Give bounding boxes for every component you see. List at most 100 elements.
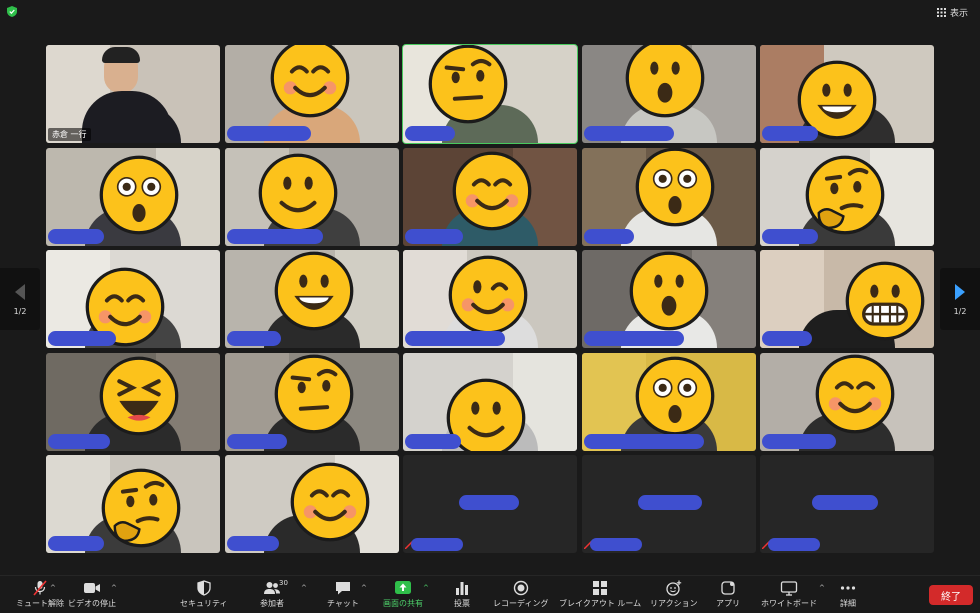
participant-tile[interactable] <box>224 455 399 553</box>
video-gallery-grid: 赤倉 一行 <box>46 44 934 553</box>
redacted-name <box>48 331 116 346</box>
record-label: レコーディング <box>493 599 549 608</box>
record-icon <box>513 580 528 596</box>
participant-tile[interactable] <box>46 352 220 451</box>
video-options-caret[interactable]: ^ <box>111 584 117 592</box>
reactions-button[interactable]: リアクション <box>650 579 698 609</box>
participant-tile[interactable] <box>46 147 220 246</box>
raised-eyebrow-emoji-icon <box>273 353 355 435</box>
page-indicator-right: 1/2 <box>953 306 967 316</box>
whiteboard-icon <box>780 581 798 596</box>
chat-bubble-icon <box>335 582 350 595</box>
next-page-button[interactable]: 1/2 <box>940 268 980 330</box>
unmute-button[interactable]: ミュート解除 <box>16 579 64 609</box>
thinking-emoji-icon <box>804 154 886 236</box>
participant-tile[interactable] <box>46 250 220 348</box>
participant-tile[interactable] <box>403 352 577 451</box>
breakout-rooms-label: ブレイクアウト ルーム <box>559 599 642 608</box>
breakout-rooms-icon <box>593 581 608 595</box>
grin-emoji-icon <box>273 250 355 332</box>
redacted-name <box>226 228 323 244</box>
redacted-name <box>583 228 634 244</box>
participants-label: 参加者 <box>260 599 284 608</box>
participant-tile[interactable] <box>760 45 934 143</box>
poll-button[interactable]: 投票 <box>451 579 473 609</box>
participant-tile[interactable] <box>403 455 577 553</box>
apps-label: アプリ <box>716 599 740 608</box>
share-screen-button[interactable]: 画面の共有 <box>383 579 423 609</box>
share-options-caret[interactable]: ^ <box>423 584 429 592</box>
redacted-name <box>226 536 279 551</box>
participants-button[interactable]: 30 参加者 <box>260 579 288 609</box>
participant-tile[interactable] <box>403 147 577 246</box>
security-shield-icon[interactable] <box>7 6 17 17</box>
participant-tile[interactable]: 赤倉 一行 <box>46 45 220 143</box>
slight-smile-emoji-icon <box>257 152 339 234</box>
redacted-name <box>48 536 104 551</box>
participant-tile[interactable] <box>224 250 399 348</box>
record-button[interactable]: レコーディング <box>493 579 548 609</box>
astonished-emoji-icon <box>634 355 716 437</box>
more-button[interactable]: 詳細 <box>837 579 859 609</box>
end-meeting-button[interactable]: 終了 <box>929 585 973 605</box>
bar-chart-icon <box>456 582 468 595</box>
participant-tile[interactable] <box>760 352 934 451</box>
participant-tile[interactable] <box>581 352 756 451</box>
surprised-emoji-icon <box>624 45 706 119</box>
redacted-name <box>48 433 110 449</box>
more-label: 詳細 <box>840 599 856 608</box>
participant-tile[interactable] <box>581 250 756 348</box>
top-bar: 表示 <box>0 0 980 24</box>
stop-video-label: ビデオの停止 <box>68 599 116 608</box>
chat-button[interactable]: チャット <box>327 579 359 609</box>
redacted-name <box>812 495 878 510</box>
participants-count: 30 <box>279 579 288 587</box>
view-button[interactable]: 表示 <box>936 5 968 19</box>
astonished-emoji-icon <box>634 147 716 228</box>
view-label: 表示 <box>949 8 968 19</box>
participant-tile[interactable] <box>760 455 934 553</box>
redacted-name <box>762 433 836 449</box>
redacted-name <box>226 433 287 449</box>
participant-tile[interactable] <box>403 250 577 348</box>
whiteboard-label: ホワイトボード <box>761 599 817 608</box>
participant-tile[interactable] <box>760 250 934 348</box>
reactions-label: リアクション <box>650 599 698 608</box>
share-screen-label: 画面の共有 <box>383 599 423 608</box>
participant-tile[interactable] <box>224 352 399 451</box>
participant-tile[interactable] <box>581 45 756 143</box>
participant-hair <box>102 47 140 63</box>
participant-tile[interactable] <box>760 147 934 246</box>
security-label: セキュリティ <box>180 599 228 608</box>
microphone-muted-icon <box>33 580 47 596</box>
redacted-name <box>411 538 463 551</box>
apps-button[interactable]: アプリ <box>716 579 740 609</box>
redacted-name <box>762 331 812 346</box>
laugh-emoji-icon <box>98 355 180 437</box>
redacted-name <box>405 331 505 346</box>
participant-tile[interactable] <box>402 44 578 144</box>
whiteboard-options-caret[interactable]: ^ <box>819 584 825 592</box>
arrow-right-icon <box>955 283 965 300</box>
previous-page-button[interactable]: 1/2 <box>0 268 40 330</box>
redacted-name <box>405 433 461 449</box>
smile-blush-emoji-icon <box>814 353 896 435</box>
poll-label: 投票 <box>454 599 470 608</box>
redacted-name <box>762 126 818 141</box>
audio-options-caret[interactable]: ^ <box>50 584 56 592</box>
participant-tile[interactable] <box>581 455 756 553</box>
participant-tile[interactable] <box>224 45 399 143</box>
participant-tile[interactable] <box>46 455 220 553</box>
stop-video-button[interactable]: ビデオの停止 <box>68 579 116 609</box>
whiteboard-button[interactable]: ホワイトボード <box>761 579 817 609</box>
chat-options-caret[interactable]: ^ <box>361 584 367 592</box>
surprised-emoji-icon <box>628 250 710 332</box>
breakout-rooms-button[interactable]: ブレイクアウト ルーム <box>559 579 641 609</box>
shield-icon <box>197 580 211 596</box>
redacted-name <box>637 495 702 510</box>
participant-tile[interactable] <box>581 147 756 246</box>
participants-options-caret[interactable]: ^ <box>301 584 307 592</box>
participant-tile[interactable] <box>224 147 399 246</box>
smile-blush-emoji-icon <box>289 461 371 543</box>
security-button[interactable]: セキュリティ <box>180 579 228 609</box>
